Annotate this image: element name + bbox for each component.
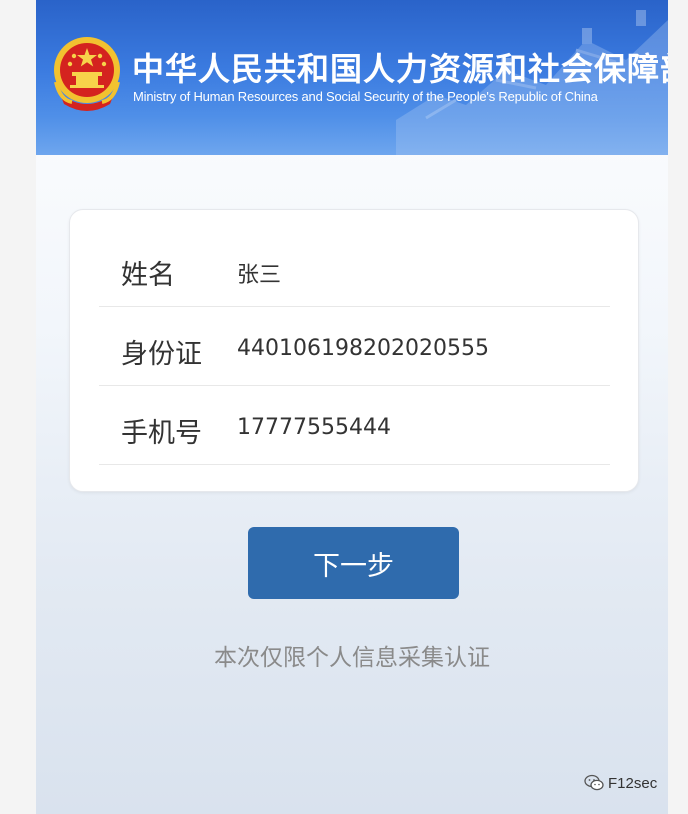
watermark: F12sec — [584, 774, 657, 792]
form-row-phone: 手机号 17777555444 — [99, 385, 610, 465]
next-step-button[interactable]: 下一步 — [248, 527, 459, 599]
collection-notice: 本次仅限个人信息采集认证 — [214, 645, 490, 671]
right-edge — [668, 0, 688, 814]
ministry-title-cn: 中华人民共和国人力资源和社会保障部 — [132, 50, 668, 88]
phone-label: 手机号 — [121, 418, 202, 449]
name-label: 姓名 — [121, 260, 175, 291]
form-row-name: 姓名 张三 — [99, 227, 610, 307]
wechat-icon — [584, 774, 604, 791]
form-row-id: 身份证 440106198202020555 — [99, 306, 610, 386]
id-card-label: 身份证 — [121, 339, 202, 370]
left-gutter — [0, 0, 36, 814]
name-value[interactable]: 张三 — [237, 257, 281, 289]
header-banner: 中华人民共和国人力资源和社会保障部 Ministry of Human Reso… — [36, 0, 668, 155]
id-card-value[interactable]: 440106198202020555 — [237, 336, 489, 361]
national-emblem-icon — [54, 37, 120, 111]
ministry-title-en: Ministry of Human Resources and Social S… — [133, 89, 598, 104]
phone-value[interactable]: 17777555444 — [237, 415, 391, 440]
watermark-text: F12sec — [608, 774, 658, 792]
page: 中华人民共和国人力资源和社会保障部 Ministry of Human Reso… — [36, 0, 668, 814]
info-card: 姓名 张三 身份证 440106198202020555 手机号 1777755… — [69, 209, 639, 492]
